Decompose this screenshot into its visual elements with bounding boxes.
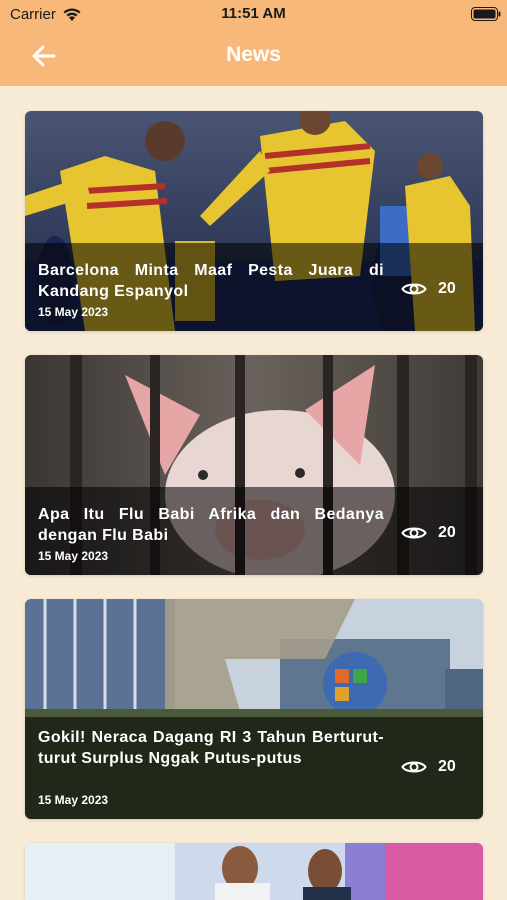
news-card[interactable]: Apa Itu Flu Babi Afrika dan Bedanya deng… <box>25 355 483 575</box>
article-title: Gokil! Neraca Dagang RI 3 Tahun Berturut… <box>38 729 384 767</box>
article-date: 15 May 2023 <box>38 793 109 807</box>
page-title: News <box>226 43 281 66</box>
article-title: Barcelona Minta Maaf Pesta Juara di Kand… <box>38 262 384 300</box>
header-bar: Carrier 11:51 AM News <box>0 0 507 86</box>
news-card[interactable]: Gokil! Neraca Dagang RI 3 Tahun Berturut… <box>25 599 483 819</box>
eye-icon <box>401 527 427 539</box>
view-count: 20 <box>438 280 456 297</box>
news-card[interactable] <box>25 843 483 900</box>
eye-icon <box>401 761 427 773</box>
article-date: 15 May 2023 <box>38 549 109 563</box>
nav-bar: News <box>0 34 507 78</box>
eye-icon <box>401 283 427 295</box>
article-title: Apa Itu Flu Babi Afrika dan Bedanya deng… <box>38 506 384 544</box>
article-date: 15 May 2023 <box>38 305 109 319</box>
view-count: 20 <box>438 524 456 541</box>
view-count: 20 <box>438 758 456 775</box>
status-bar: Carrier 11:51 AM <box>0 0 507 28</box>
status-time: 11:51 AM <box>221 5 286 22</box>
news-card[interactable]: Barcelona Minta Maaf Pesta Juara di Kand… <box>25 111 483 331</box>
battery-icon <box>471 7 501 21</box>
officials-photo <box>25 843 483 900</box>
